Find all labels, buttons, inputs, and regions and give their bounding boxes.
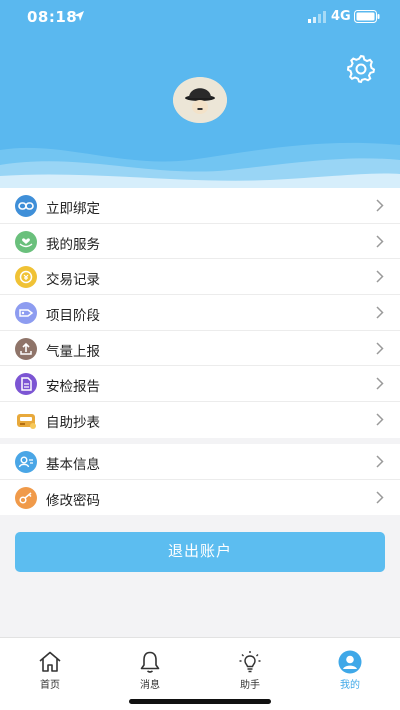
battery-icon bbox=[354, 10, 380, 23]
menu-item-label: 修改密码 bbox=[46, 492, 100, 509]
menu-item-label: 我的服务 bbox=[46, 236, 100, 253]
coin-icon bbox=[15, 266, 37, 289]
gear-icon[interactable] bbox=[346, 54, 376, 84]
key-icon bbox=[15, 486, 37, 509]
menu-item-label: 基本信息 bbox=[46, 457, 100, 473]
menu-item-safety-report[interactable]: 安检报告 bbox=[0, 366, 400, 403]
chevron-right-icon bbox=[376, 235, 384, 248]
home-indicator bbox=[129, 699, 271, 704]
tab-label: 我的 bbox=[340, 680, 360, 691]
document-icon bbox=[15, 373, 37, 396]
tab-messages[interactable]: 消息 bbox=[100, 638, 200, 698]
menu-group-settings: 基本信息 修改密码 bbox=[0, 444, 400, 516]
menu-item-change-password[interactable]: 修改密码 bbox=[0, 480, 400, 516]
menu-item-self-reading[interactable]: 自助抄表 bbox=[0, 402, 400, 438]
location-arrow-icon bbox=[74, 11, 84, 21]
profile-icon bbox=[338, 650, 362, 674]
tab-assistant[interactable]: 助手 bbox=[200, 638, 300, 698]
chevron-right-icon bbox=[376, 413, 384, 426]
tab-label: 助手 bbox=[240, 680, 260, 691]
chevron-right-icon bbox=[376, 270, 384, 283]
chevron-right-icon bbox=[376, 199, 384, 212]
menu-item-label: 项目阶段 bbox=[46, 308, 100, 325]
tab-label: 首页 bbox=[40, 680, 60, 691]
menu-item-project-stage[interactable]: 项目阶段 bbox=[0, 295, 400, 331]
upload-icon bbox=[15, 337, 37, 360]
hands-heart-icon bbox=[15, 230, 37, 253]
menu-item-label: 立即绑定 bbox=[46, 201, 100, 217]
network-type: 4G bbox=[331, 9, 351, 24]
meter-icon bbox=[15, 409, 37, 432]
lightbulb-icon bbox=[239, 651, 261, 673]
menu-item-bind[interactable]: 立即绑定 bbox=[0, 188, 400, 224]
tab-mine[interactable]: 我的 bbox=[300, 638, 400, 698]
chevron-right-icon bbox=[376, 377, 384, 390]
menu-item-basic-info[interactable]: 基本信息 bbox=[0, 444, 400, 480]
status-bar: 08:18 4G bbox=[0, 0, 400, 36]
profile-header: 08:18 4G bbox=[0, 0, 400, 188]
avatar[interactable] bbox=[173, 77, 227, 123]
tag-icon bbox=[15, 302, 37, 325]
menu-item-transactions[interactable]: 交易记录 bbox=[0, 259, 400, 296]
user-info-icon bbox=[15, 451, 37, 473]
home-icon bbox=[39, 651, 61, 672]
menu-item-label: 安检报告 bbox=[46, 379, 100, 396]
menu-item-label: 交易记录 bbox=[46, 272, 100, 289]
menu-item-label: 气量上报 bbox=[46, 343, 100, 360]
menu-item-gas-report[interactable]: 气量上报 bbox=[0, 331, 400, 367]
logout-button[interactable]: 退出账户 bbox=[15, 532, 385, 572]
menu-group-account: 立即绑定 我的服务 交易记录 项目阶段 气量上报 安检报告 自助抄表 bbox=[0, 188, 400, 438]
menu-item-services[interactable]: 我的服务 bbox=[0, 224, 400, 260]
chevron-right-icon bbox=[376, 306, 384, 319]
bell-icon bbox=[140, 651, 160, 673]
tab-bar: 首页 消息 助手 我的 bbox=[0, 637, 400, 710]
avatar-icon bbox=[173, 77, 227, 123]
chevron-right-icon bbox=[376, 491, 384, 504]
chevron-right-icon bbox=[376, 455, 384, 468]
tab-label: 消息 bbox=[140, 680, 160, 691]
tab-home[interactable]: 首页 bbox=[0, 638, 100, 698]
link-icon bbox=[15, 195, 37, 217]
status-time: 08:18 bbox=[27, 8, 78, 26]
chevron-right-icon bbox=[376, 342, 384, 355]
signal-icon bbox=[308, 11, 326, 23]
menu-item-label: 自助抄表 bbox=[46, 415, 100, 432]
